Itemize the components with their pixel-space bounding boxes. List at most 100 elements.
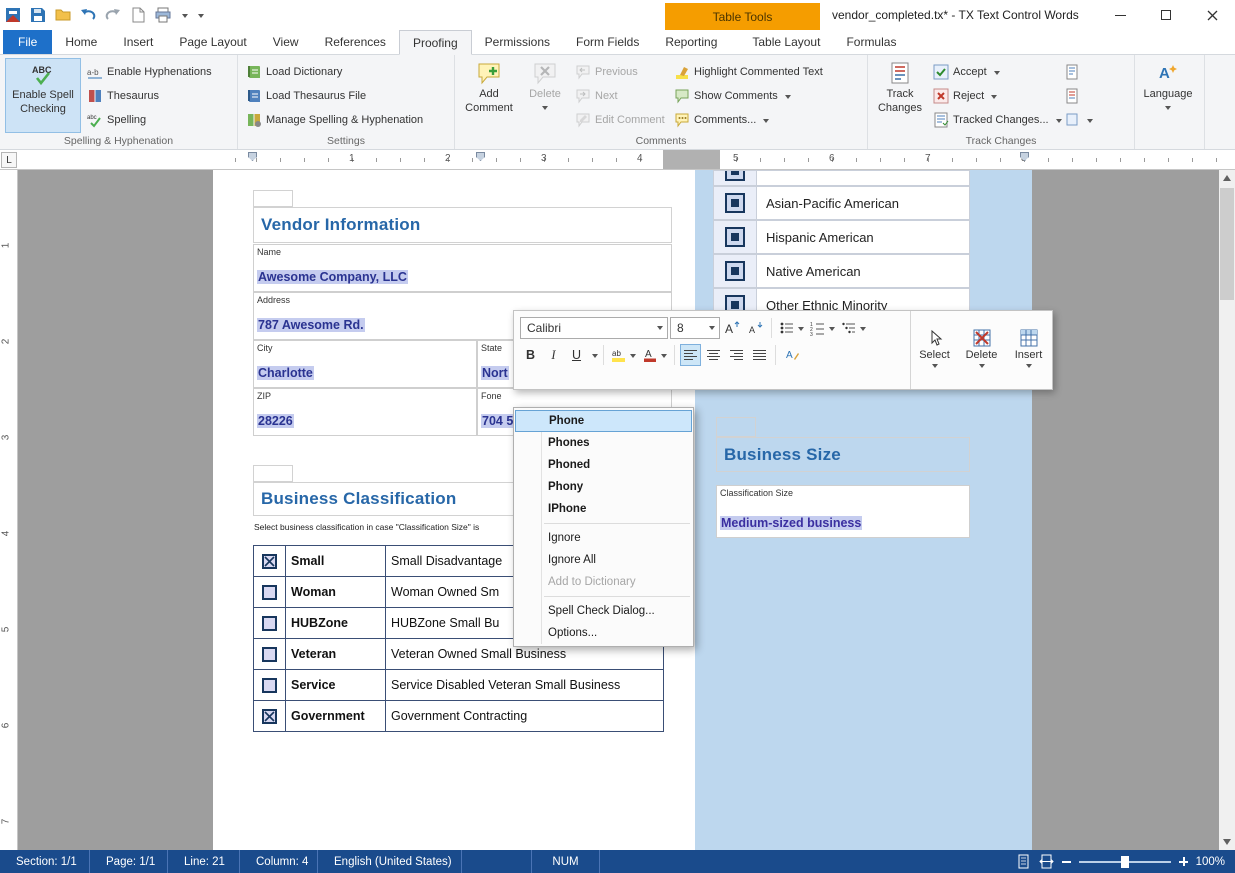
menu-item-spell-check-dialog[interactable]: Spell Check Dialog... — [514, 600, 693, 622]
highlight-commented-text-button[interactable]: Highlight Commented Text — [671, 61, 853, 83]
fone-value[interactable]: 704 5 — [481, 414, 514, 428]
track-changes-button[interactable]: Track Changes — [873, 58, 927, 133]
table-select-button[interactable]: Select — [911, 311, 958, 389]
classification-checkbox[interactable] — [262, 585, 277, 600]
scroll-down-button[interactable] — [1219, 834, 1235, 850]
underline-dropdown-icon[interactable] — [592, 354, 598, 361]
edit-comment-button[interactable]: Edit Comment — [572, 109, 668, 131]
classification-checkbox[interactable] — [262, 647, 277, 662]
menu-item-options[interactable]: Options... — [514, 622, 693, 644]
table-delete-button[interactable]: Delete — [958, 311, 1005, 389]
enable-spell-checking-button[interactable]: ABC Enable Spell Checking — [5, 58, 81, 133]
ethnicity-checkbox[interactable] — [725, 227, 745, 247]
print-dropdown-icon[interactable] — [182, 14, 188, 21]
undo-icon[interactable] — [79, 6, 97, 24]
menu-item-add-to-dictionary[interactable]: Add to Dictionary — [514, 571, 693, 593]
track-options-button[interactable] — [1061, 109, 1091, 131]
zoom-out-icon[interactable] — [1062, 861, 1071, 863]
bold-button[interactable]: B — [520, 344, 541, 366]
qat-customize-icon[interactable] — [198, 14, 204, 21]
menu-item-ignore-all[interactable]: Ignore All — [514, 549, 693, 571]
tab-formulas[interactable]: Formulas — [833, 30, 909, 54]
classification-size-field[interactable]: Classification Size Medium-sized busines… — [716, 485, 970, 538]
state-value[interactable]: Nort — [481, 366, 509, 380]
tab-insert[interactable]: Insert — [110, 30, 166, 54]
tab-proofing[interactable]: Proofing — [399, 30, 472, 55]
print-icon[interactable] — [154, 6, 172, 24]
classification-checkbox[interactable] — [262, 678, 277, 693]
name-field[interactable]: Name Awesome Company, LLC — [253, 244, 672, 292]
fit-width-icon[interactable] — [1039, 854, 1054, 869]
table-cell[interactable] — [253, 190, 293, 207]
ethnicity-checkbox[interactable] — [725, 193, 745, 213]
load-thesaurus-file-button[interactable]: Load Thesaurus File — [243, 85, 426, 107]
align-right-button[interactable] — [726, 344, 747, 366]
thesaurus-button[interactable]: Thesaurus — [84, 85, 215, 107]
add-comment-button[interactable]: Add Comment — [460, 58, 518, 133]
numbered-list-button[interactable]: 123 — [808, 317, 837, 339]
city-field[interactable]: City Charlotte — [253, 340, 477, 388]
tab-references[interactable]: References — [312, 30, 399, 54]
load-dictionary-button[interactable]: Load Dictionary — [243, 61, 426, 83]
scrollbar-thumb[interactable] — [1220, 188, 1234, 300]
shrink-font-button[interactable]: A — [745, 317, 766, 339]
menu-item-suggestion[interactable]: Phones — [514, 432, 693, 454]
zoom-slider[interactable] — [1079, 861, 1171, 863]
fit-page-icon[interactable] — [1016, 854, 1031, 869]
tab-file[interactable]: File — [3, 30, 52, 54]
maximize-button[interactable] — [1143, 0, 1189, 30]
menu-item-suggestion[interactable]: Phone — [515, 410, 692, 432]
comments-dialog-button[interactable]: Comments... — [671, 109, 853, 131]
ethnicity-checkbox[interactable] — [725, 170, 745, 181]
enable-hyphenations-button[interactable]: a-b Enable Hyphenations — [84, 61, 215, 83]
tab-home[interactable]: Home — [52, 30, 110, 54]
ethnicity-checkbox[interactable] — [725, 261, 745, 281]
font-size-combo[interactable]: 8 — [670, 317, 720, 339]
address-value[interactable]: 787 Awesome Rd. — [257, 318, 365, 332]
align-center-button[interactable] — [703, 344, 724, 366]
menu-item-suggestion[interactable]: Phoned — [514, 454, 693, 476]
close-button[interactable] — [1189, 0, 1235, 30]
reject-change-button[interactable]: Reject — [930, 85, 1058, 107]
tracked-changes-dialog-button[interactable]: Tracked Changes... — [930, 109, 1058, 131]
ruler-table-gutter[interactable] — [663, 150, 720, 169]
tab-view[interactable]: View — [260, 30, 312, 54]
delete-comment-button[interactable]: Delete — [521, 58, 569, 133]
language-button[interactable]: A Language — [1140, 58, 1196, 133]
menu-item-suggestion[interactable]: Phony — [514, 476, 693, 498]
scroll-up-button[interactable] — [1219, 170, 1235, 186]
open-folder-icon[interactable] — [54, 6, 72, 24]
vertical-scrollbar[interactable] — [1219, 170, 1235, 850]
formatting-button[interactable]: A — [781, 344, 802, 366]
track-nav-2-button[interactable] — [1061, 85, 1091, 107]
new-document-icon[interactable] — [129, 6, 147, 24]
manage-spelling-hyphenation-button[interactable]: Manage Spelling & Hyphenation — [243, 109, 426, 131]
tab-table-layout[interactable]: Table Layout — [739, 30, 833, 54]
table-insert-button[interactable]: Insert — [1005, 311, 1052, 389]
text-highlight-button[interactable]: ab — [609, 344, 638, 366]
zoom-slider-thumb[interactable] — [1121, 856, 1129, 868]
classification-size-value[interactable]: Medium-sized business — [720, 516, 862, 530]
italic-button[interactable]: I — [543, 344, 564, 366]
font-name-combo[interactable]: Calibri — [520, 317, 668, 339]
spelling-button[interactable]: abc Spelling — [84, 109, 215, 131]
classification-checkbox[interactable] — [262, 709, 277, 724]
font-color-button[interactable]: A — [640, 344, 669, 366]
city-value[interactable]: Charlotte — [257, 366, 314, 380]
menu-item-suggestion[interactable]: IPhone — [514, 498, 693, 520]
bullet-list-button[interactable] — [777, 317, 806, 339]
zip-value[interactable]: 28226 — [257, 414, 294, 428]
accept-change-button[interactable]: Accept — [930, 61, 1058, 83]
tab-form-fields[interactable]: Form Fields — [563, 30, 652, 54]
zoom-in-icon[interactable] — [1179, 857, 1188, 866]
menu-item-ignore[interactable]: Ignore — [514, 527, 693, 549]
grow-font-button[interactable]: A — [722, 317, 743, 339]
name-value[interactable]: Awesome Company, LLC — [257, 270, 408, 284]
classification-checkbox[interactable] — [262, 616, 277, 631]
classification-checkbox[interactable] — [262, 554, 277, 569]
tab-stop-selector[interactable]: L — [1, 152, 17, 168]
tab-permissions[interactable]: Permissions — [472, 30, 563, 54]
track-nav-1-button[interactable] — [1061, 61, 1091, 83]
multilevel-list-button[interactable] — [839, 317, 868, 339]
zip-field[interactable]: ZIP 28226 — [253, 388, 477, 436]
